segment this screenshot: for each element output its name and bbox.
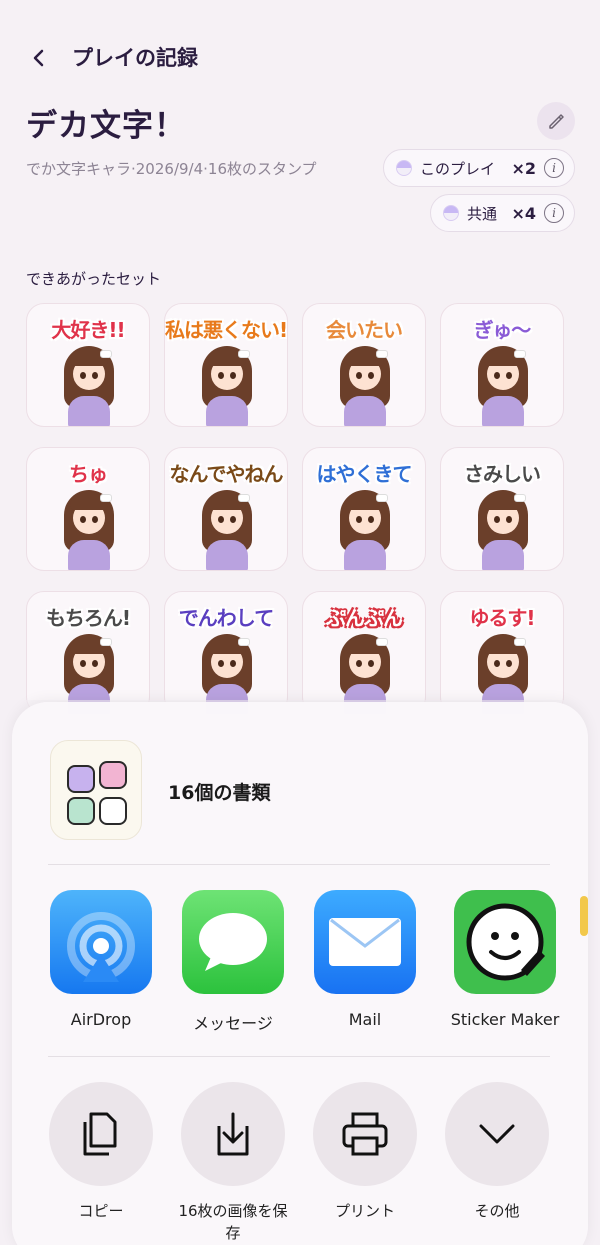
document-count: 16個の書類 bbox=[168, 782, 271, 804]
sticker-caption: ゆるす! bbox=[469, 606, 535, 630]
shared-count-label: 共通 bbox=[467, 204, 498, 223]
divider bbox=[48, 864, 550, 865]
airdrop-icon bbox=[50, 890, 152, 994]
sticker-caption: 私は悪くない! bbox=[165, 318, 288, 342]
info-icon[interactable]: i bbox=[544, 158, 564, 178]
copy-icon bbox=[83, 1112, 117, 1156]
messages-icon bbox=[182, 890, 284, 994]
action-label: コピー bbox=[78, 1202, 124, 1220]
character-illustration bbox=[202, 346, 252, 426]
sticker-tile[interactable]: もちろん! bbox=[26, 591, 150, 715]
sticker-caption: ちゅ bbox=[69, 462, 108, 486]
sticker-tile[interactable]: なんでやねん bbox=[164, 447, 288, 571]
section-label: できあがったセット bbox=[26, 270, 162, 288]
info-icon[interactable]: i bbox=[544, 203, 564, 223]
action-label: その他 bbox=[474, 1202, 520, 1220]
sticker-tile[interactable]: でんわして bbox=[164, 591, 288, 715]
sticker-tile[interactable]: ぎゅ〜 bbox=[440, 303, 564, 427]
sticker-caption: なんでやねん bbox=[169, 462, 284, 486]
character-illustration bbox=[478, 346, 528, 426]
print-icon bbox=[342, 1112, 388, 1156]
sticker-caption: ぷんぷん bbox=[326, 606, 403, 630]
action-label: 16枚の画像を保存 bbox=[178, 1202, 288, 1242]
sticker-maker-icon bbox=[454, 890, 556, 994]
character-illustration bbox=[478, 490, 528, 570]
sticker-caption: でんわして bbox=[178, 606, 274, 630]
character-illustration bbox=[340, 490, 390, 570]
character-illustration bbox=[64, 490, 114, 570]
app-label: Sticker Maker bbox=[450, 1010, 560, 1029]
pencil-icon bbox=[549, 114, 564, 129]
app-label: メッセージ bbox=[193, 1014, 273, 1033]
play-count-pill: このプレイ ×2 i bbox=[383, 149, 575, 187]
share-mail[interactable]: Mail bbox=[310, 890, 420, 1029]
share-sticker-maker[interactable]: Sticker Maker bbox=[440, 890, 570, 1029]
half-circle-icon bbox=[396, 160, 412, 176]
divider bbox=[48, 1056, 550, 1057]
play-count-multiplier: ×2 bbox=[511, 158, 536, 178]
sticker-caption: 会いたい bbox=[326, 318, 403, 342]
sticker-tile[interactable]: 会いたい bbox=[302, 303, 426, 427]
sticker-caption: さみしい bbox=[464, 462, 541, 486]
more-button[interactable]: その他 bbox=[442, 1082, 552, 1222]
sticker-caption: ぎゅ〜 bbox=[473, 318, 531, 342]
character-illustration bbox=[64, 346, 114, 426]
character-illustration bbox=[202, 490, 252, 570]
nav-bar: プレイの記録 bbox=[0, 32, 600, 80]
play-count-label: このプレイ bbox=[420, 159, 496, 178]
shared-count-pill: 共通 ×4 i bbox=[430, 194, 575, 232]
record-title: デカ文字！ bbox=[26, 108, 186, 144]
sticker-tile[interactable]: ゆるす! bbox=[440, 591, 564, 715]
nav-title: プレイの記録 bbox=[72, 46, 198, 70]
share-airdrop[interactable]: AirDrop bbox=[46, 890, 156, 1029]
sticker-tile[interactable]: ちゅ bbox=[26, 447, 150, 571]
chevron-left-icon bbox=[33, 49, 44, 67]
mail-icon bbox=[314, 890, 416, 994]
sticker-caption: 大好き!! bbox=[51, 318, 125, 342]
share-messages[interactable]: メッセージ bbox=[178, 890, 288, 1034]
sticker-grid: 大好き!! 私は悪くない! 会いたい ぎゅ〜ちゅ なんでやねん はやくきて さみしいもちろん… bbox=[26, 303, 566, 715]
shared-count-multiplier: ×4 bbox=[511, 203, 536, 223]
back-button[interactable] bbox=[22, 42, 54, 74]
sticker-tile[interactable]: はやくきて bbox=[302, 447, 426, 571]
copy-button[interactable]: コピー bbox=[46, 1082, 156, 1222]
sticker-caption: もちろん! bbox=[45, 606, 131, 630]
next-app-peek[interactable] bbox=[580, 896, 588, 936]
sticker-caption: はやくきて bbox=[316, 462, 413, 486]
share-sheet: 16個の書類 AirDrop メッセージ Mail Sticker Maker bbox=[12, 702, 588, 1245]
edit-button[interactable] bbox=[537, 102, 575, 140]
record-meta: でか文字キャラ·2026/9/4·16枚のスタンプ bbox=[26, 160, 317, 178]
sticker-tile[interactable]: ぷんぷん bbox=[302, 591, 426, 715]
sticker-tile[interactable]: 大好き!! bbox=[26, 303, 150, 427]
character-illustration bbox=[340, 346, 390, 426]
half-circle-icon bbox=[443, 205, 459, 221]
app-label: Mail bbox=[348, 1010, 382, 1029]
documents-thumbnail bbox=[50, 740, 142, 840]
action-label: プリント bbox=[334, 1202, 395, 1220]
sticker-tile[interactable]: さみしい bbox=[440, 447, 564, 571]
sticker-tile[interactable]: 私は悪くない! bbox=[164, 303, 288, 427]
save-images-button[interactable]: 16枚の画像を保存 bbox=[178, 1082, 288, 1244]
save-image-icon bbox=[217, 1112, 249, 1156]
chevron-down-icon bbox=[479, 1124, 515, 1144]
app-label: AirDrop bbox=[70, 1010, 132, 1029]
print-button[interactable]: プリント bbox=[310, 1082, 420, 1222]
